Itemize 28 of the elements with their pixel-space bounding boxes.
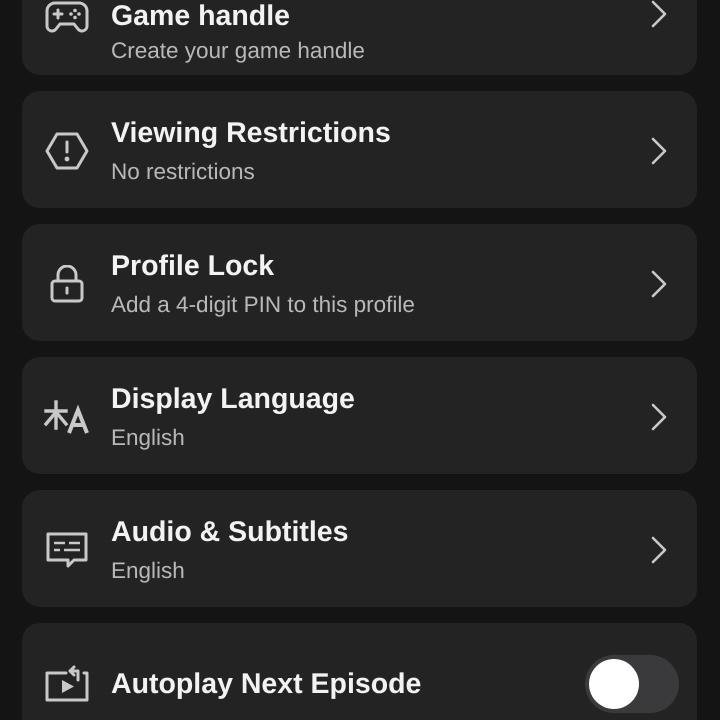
translate-icon (44, 400, 90, 434)
row-subtitle: Add a 4-digit PIN to this profile (111, 292, 415, 318)
chevron-right-icon (651, 536, 667, 564)
settings-row[interactable]: Game handle Create your game handle (22, 0, 697, 75)
warning-icon (45, 132, 89, 170)
row-subtitle: Create your game handle (111, 38, 365, 64)
settings-row[interactable]: Autoplay Next Episode (22, 623, 697, 720)
row-subtitle: English (111, 424, 185, 450)
row-title: Profile Lock (111, 250, 274, 282)
row-subtitle: English (111, 558, 185, 584)
row-title: Display Language (111, 382, 355, 414)
row-title: Autoplay Next Episode (111, 668, 422, 700)
gamepad-icon (45, 0, 89, 34)
autoplay-icon (44, 664, 90, 702)
chevron-right-icon (651, 270, 667, 298)
settings-row[interactable]: Display Language English (22, 357, 697, 474)
lock-icon (50, 264, 84, 302)
chevron-right-icon (651, 402, 667, 430)
row-title: Viewing Restrictions (111, 116, 391, 148)
subtitles-icon (45, 530, 89, 568)
settings-row[interactable]: Audio & Subtitles English (22, 490, 697, 607)
settings-row[interactable]: Profile Lock Add a 4-digit PIN to this profile (22, 224, 697, 341)
chevron-right-icon (651, 0, 667, 28)
row-title: Audio & Subtitles (111, 516, 348, 548)
row-title: Game handle (111, 0, 290, 32)
row-subtitle: No restrictions (111, 158, 255, 184)
chevron-right-icon (651, 136, 667, 164)
settings-row[interactable]: Viewing Restrictions No restrictions (22, 91, 697, 208)
